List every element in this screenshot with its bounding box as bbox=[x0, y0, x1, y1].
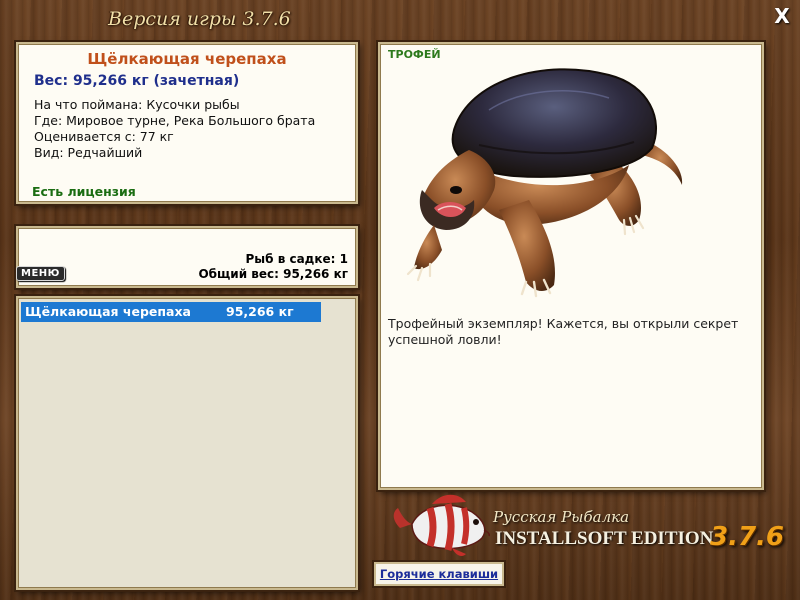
brand-edition: INSTALLSOFT EDITION bbox=[495, 528, 714, 549]
total-weight: Общий вес: 95,266 кг bbox=[198, 267, 348, 281]
bait-info: На что поймана: Кусочки рыбы bbox=[34, 97, 240, 112]
menu-button[interactable]: МЕНЮ bbox=[16, 266, 65, 281]
brand-version: 3.7.6 bbox=[710, 522, 785, 552]
keepnet-summary-panel: Рыб в садке: 1 Общий вес: 95,266 кг bbox=[16, 226, 358, 288]
hotkeys-button[interactable]: Горячие клавиши bbox=[374, 562, 504, 586]
list-item-weight: 95,266 кг bbox=[226, 304, 294, 319]
list-item-name: Щёлкающая черепаха bbox=[25, 304, 191, 319]
rarity-info: Вид: Редчайший bbox=[34, 145, 143, 160]
brand-title: Русская Рыбалка bbox=[493, 508, 630, 526]
trophy-panel: ТРОФЕЙ Трофейный экземпляр! Кажется, вы … bbox=[378, 42, 764, 490]
fish-weight: Вес: 95,266 кг (зачетная) bbox=[34, 73, 240, 89]
fish-name: Щёлкающая черепаха bbox=[87, 50, 287, 68]
snapping-turtle-image bbox=[406, 68, 683, 298]
fish-logo-icon bbox=[393, 494, 490, 556]
fish-count: Рыб в садке: 1 bbox=[245, 252, 349, 266]
close-button[interactable]: X bbox=[770, 4, 794, 28]
catch-info-panel: Щёлкающая черепаха Вес: 95,266 кг (зачет… bbox=[16, 42, 358, 204]
price-info: Оценивается с: 77 кг bbox=[34, 129, 174, 144]
trophy-label: ТРОФЕЙ bbox=[388, 48, 441, 61]
license-status: Есть лицензия bbox=[32, 184, 136, 199]
trophy-description: Трофейный экземпляр! Кажется, вы открыли… bbox=[388, 316, 739, 347]
game-version-title: Версия игры 3.7.6 bbox=[108, 8, 291, 30]
list-item[interactable]: Щёлкающая черепаха 95,266 кг bbox=[21, 302, 321, 322]
location-info: Где: Мировое турне, Река Большого брата bbox=[34, 113, 316, 128]
keepnet-list: Щёлкающая черепаха 95,266 кг bbox=[16, 296, 358, 590]
title-bar: Версия игры 3.7.6 X bbox=[0, 0, 800, 36]
